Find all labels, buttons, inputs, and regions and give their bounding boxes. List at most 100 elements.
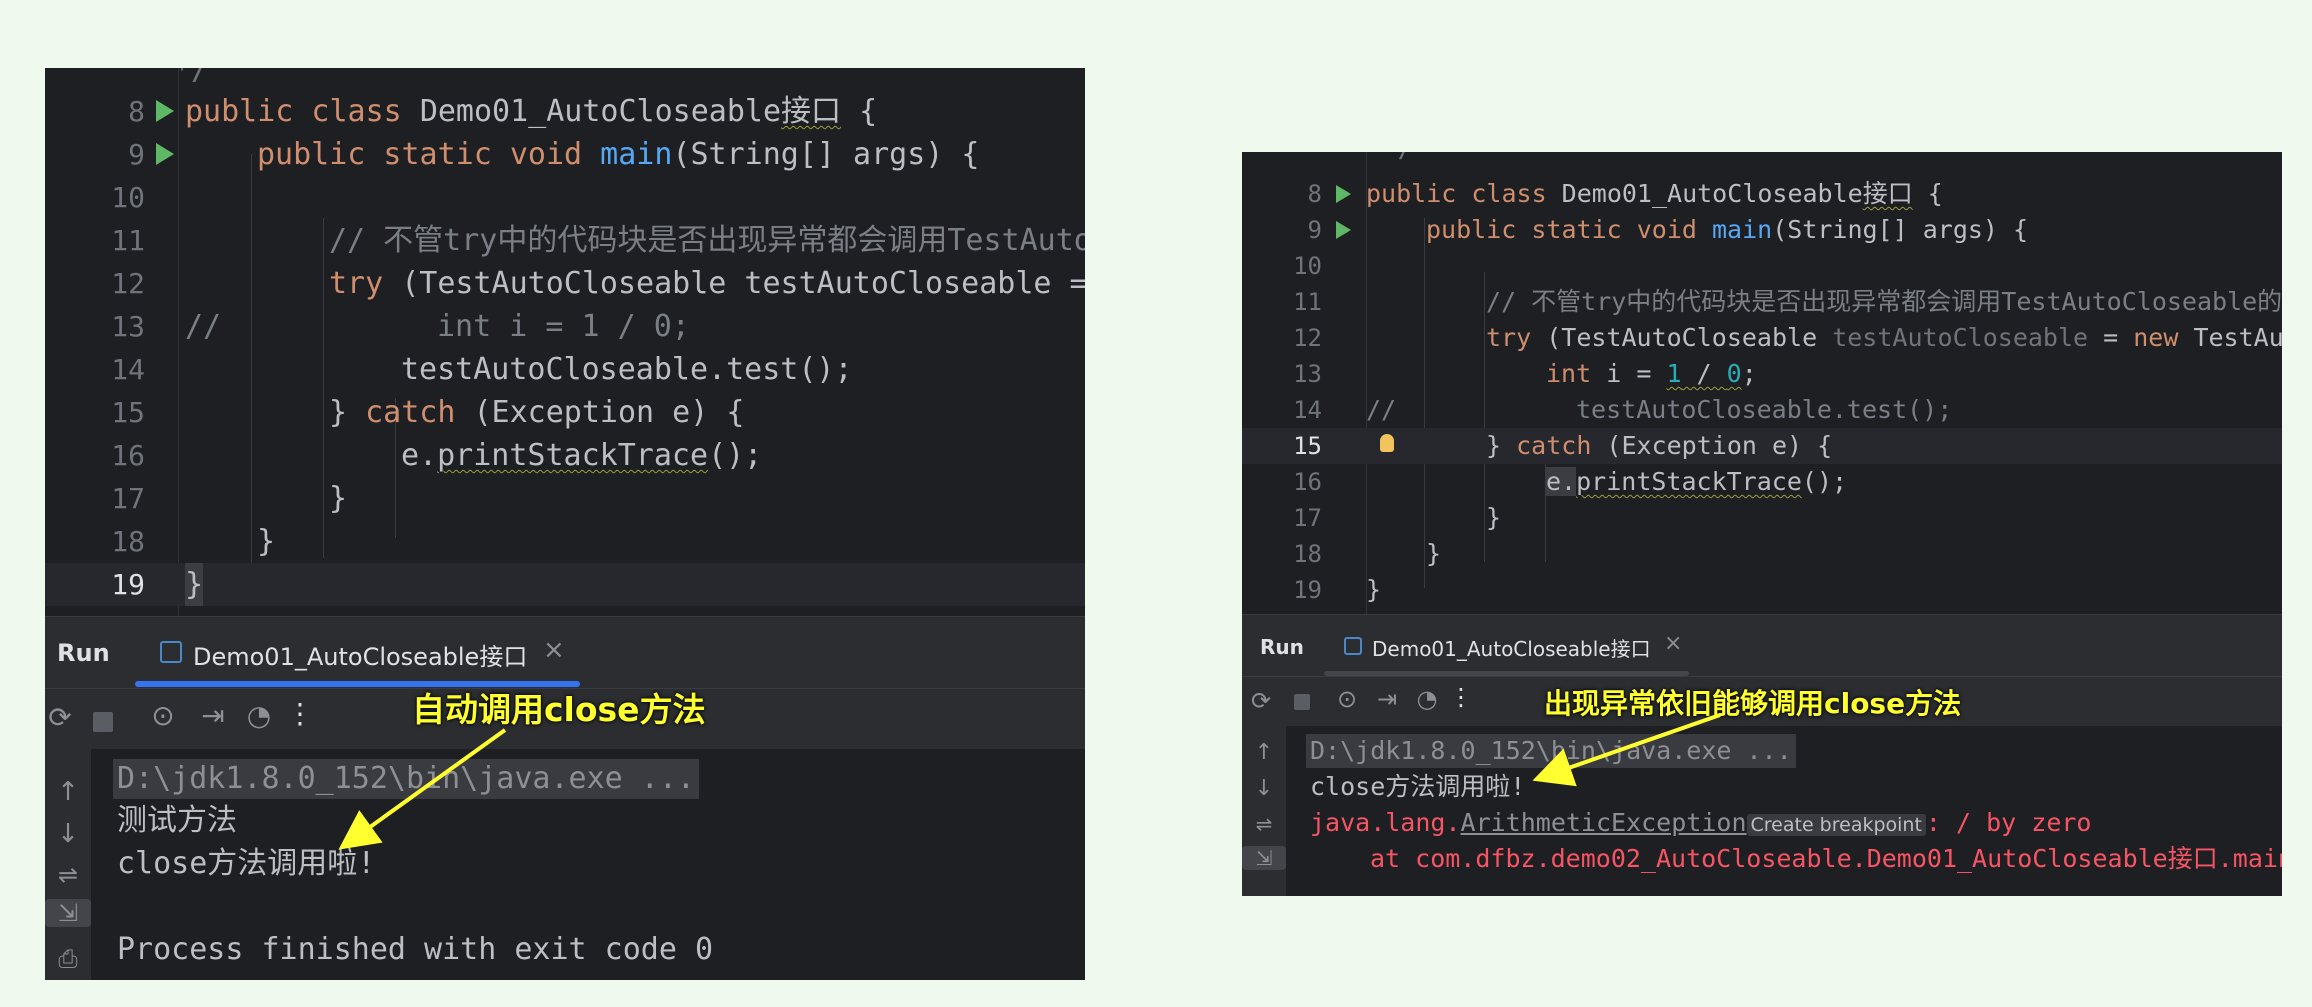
code-line-16: 16 e.printStackTrace(); (45, 434, 1085, 477)
rerun-icon[interactable]: ⟳ (1248, 687, 1274, 715)
run-gutter-icon[interactable] (156, 143, 174, 165)
code-line-11: 11 // 不管try中的代码块是否出现异常都会调用TestAutoClosea… (1242, 284, 2282, 320)
console-line: close方法调用啦! (117, 846, 376, 881)
down-arrow-icon[interactable]: ↓ (45, 819, 91, 849)
line-number: 18 (111, 525, 145, 558)
code-comment: // 不管try中的代码块是否出现异常都会调用TestAuto (329, 223, 1085, 258)
annotation-left: 自动调用close方法 (412, 690, 706, 729)
code-line-10: 10 (1242, 248, 2282, 284)
run-tool-window-header: Run Demo01_AutoCloseable接口 × (1242, 614, 2282, 677)
down-arrow-icon[interactable]: ↓ (1242, 776, 1286, 801)
console-side-toolbar: ↑ ↓ ⇌ ⇲ ⎙ (45, 749, 91, 980)
code-editor[interactable]: */ 8 public class Demo01_AutoCloseable接口… (45, 68, 1085, 616)
more-options-icon[interactable]: ⋮ (285, 697, 315, 730)
stop-icon[interactable] (1294, 694, 1310, 710)
run-config-icon (160, 641, 182, 663)
console-output[interactable]: ↑ ↓ ⇌ ⇲ D:\jdk1.8.0_152\bin\java.exe ...… (1242, 726, 2282, 896)
soft-wrap-icon[interactable]: ⇌ (45, 861, 91, 889)
create-breakpoint-link[interactable]: Create breakpoint (1746, 814, 1926, 836)
profiler-icon[interactable]: ◔ (1412, 685, 1442, 713)
line-number: 15 (111, 396, 145, 429)
line-number: 19 (1293, 576, 1322, 604)
console-error-line: java.lang.ArithmeticException Create brea… (1310, 808, 2092, 837)
line-number: 19 (111, 568, 145, 601)
line-number: 18 (1293, 540, 1322, 568)
console-command-line: D:\jdk1.8.0_152\bin\java.exe ... (113, 759, 699, 799)
export-icon[interactable]: ⇥ (195, 699, 231, 732)
line-number: 13 (1293, 360, 1322, 388)
line-number: 8 (1307, 180, 1322, 208)
code-line-12: 12 try (TestAutoCloseable testAutoClosea… (45, 262, 1085, 305)
comment-tail: */ (1382, 152, 1413, 164)
code-line-15: 15 } catch (Exception e) { (1242, 428, 2282, 464)
tab-run-config[interactable]: Demo01_AutoCloseable接口 (193, 637, 527, 672)
close-icon[interactable]: × (1664, 631, 1682, 656)
close-icon[interactable]: × (543, 635, 565, 665)
line-number: 8 (128, 95, 145, 128)
run-gutter-icon[interactable] (156, 100, 174, 122)
line-number: 12 (1293, 324, 1322, 352)
code-line-13: 13 int i = 1 / 0; (1242, 356, 2282, 392)
run-label: Run (1260, 635, 1304, 659)
code-line-8: 8 public class Demo01_AutoCloseable接口 { (45, 90, 1085, 133)
console-line: Process finished with exit code 0 (117, 932, 714, 967)
camera-icon[interactable]: ⊙ (145, 699, 181, 732)
up-arrow-icon[interactable]: ↑ (1242, 740, 1286, 765)
more-options-icon[interactable]: ⋮ (1448, 683, 1474, 711)
line-number: 10 (111, 181, 145, 214)
code-line-14: 14 testAutoCloseable.test(); (45, 348, 1085, 391)
line-number: 14 (1293, 396, 1322, 424)
code-line-13: 13 // int i = 1 / 0; (45, 305, 1085, 348)
line-number: 17 (1293, 504, 1322, 532)
console-line: 测试方法 (117, 803, 237, 838)
run-gutter-icon[interactable] (1336, 221, 1351, 239)
console-output[interactable]: ↑ ↓ ⇌ ⇲ ⎙ D:\jdk1.8.0_152\bin\java.exe .… (45, 749, 1085, 980)
export-icon[interactable]: ⇥ (1372, 685, 1402, 713)
run-label: Run (57, 639, 110, 667)
code-comment: // 不管try中的代码块是否出现异常都会调用TestAutoCloseable… (1486, 287, 2282, 316)
up-arrow-icon[interactable]: ↑ (45, 777, 91, 807)
left-ide-screenshot: */ 8 public class Demo01_AutoCloseable接口… (45, 68, 1085, 980)
code-line-16: 16 e.printStackTrace(); (1242, 464, 2282, 500)
console-side-toolbar: ↑ ↓ ⇌ ⇲ (1242, 726, 1286, 896)
code-line-9: 9 public static void main(String[] args)… (45, 133, 1085, 176)
line-number: 14 (111, 353, 145, 386)
line-number: 9 (1307, 216, 1322, 244)
scroll-to-end-icon[interactable]: ⇲ (1242, 846, 1286, 870)
profiler-icon[interactable]: ◔ (241, 699, 277, 732)
line-number: 16 (111, 439, 145, 472)
code-line-10: 10 (45, 176, 1085, 219)
console-line: close方法调用啦! (1310, 772, 1526, 801)
code-line-11: 11 // 不管try中的代码块是否出现异常都会调用TestAuto (45, 219, 1085, 262)
code-editor[interactable]: */ 8 public class Demo01_AutoCloseable接口… (1242, 152, 2282, 614)
code-line-19: 19 } (45, 563, 1085, 606)
print-icon[interactable]: ⎙ (45, 945, 91, 973)
console-command-line: D:\jdk1.8.0_152\bin\java.exe ... (1306, 734, 1796, 768)
run-config-icon (1344, 637, 1362, 655)
right-ide-screenshot: */ 8 public class Demo01_AutoCloseable接口… (1242, 152, 2282, 896)
tab-run-config[interactable]: Demo01_AutoCloseable接口 (1372, 633, 1651, 662)
annotation-right: 出现异常依旧能够调用close方法 (1544, 687, 1962, 720)
line-number: 12 (111, 267, 145, 300)
code-line-17: 17 } (45, 477, 1085, 520)
rerun-icon[interactable]: ⟳ (45, 701, 75, 734)
camera-icon[interactable]: ⊙ (1332, 685, 1362, 713)
run-tool-window-header: Run Demo01_AutoCloseable接口 × (45, 616, 1085, 689)
line-number: 10 (1293, 252, 1322, 280)
code-line-15: 15 } catch (Exception e) { (45, 391, 1085, 434)
console-stacktrace-line[interactable]: at com.dfbz.demo02_AutoCloseable.Demo01_… (1370, 842, 2282, 876)
soft-wrap-icon[interactable]: ⇌ (1242, 812, 1286, 836)
exception-link[interactable]: ArithmeticException (1461, 808, 1747, 837)
stop-icon[interactable] (93, 712, 113, 732)
code-line-14: 14 // testAutoCloseable.test(); (1242, 392, 2282, 428)
code-line-18: 18 } (1242, 536, 2282, 572)
line-number: 15 (1293, 432, 1322, 460)
scroll-to-end-icon[interactable]: ⇲ (45, 899, 91, 927)
run-gutter-icon[interactable] (1336, 185, 1351, 203)
code-line-17: 17 } (1242, 500, 2282, 536)
line-number: 16 (1293, 468, 1322, 496)
lightbulb-icon[interactable] (1380, 434, 1394, 452)
line-number: 17 (111, 482, 145, 515)
line-number: 9 (128, 138, 145, 171)
line-number: 11 (1293, 288, 1322, 316)
